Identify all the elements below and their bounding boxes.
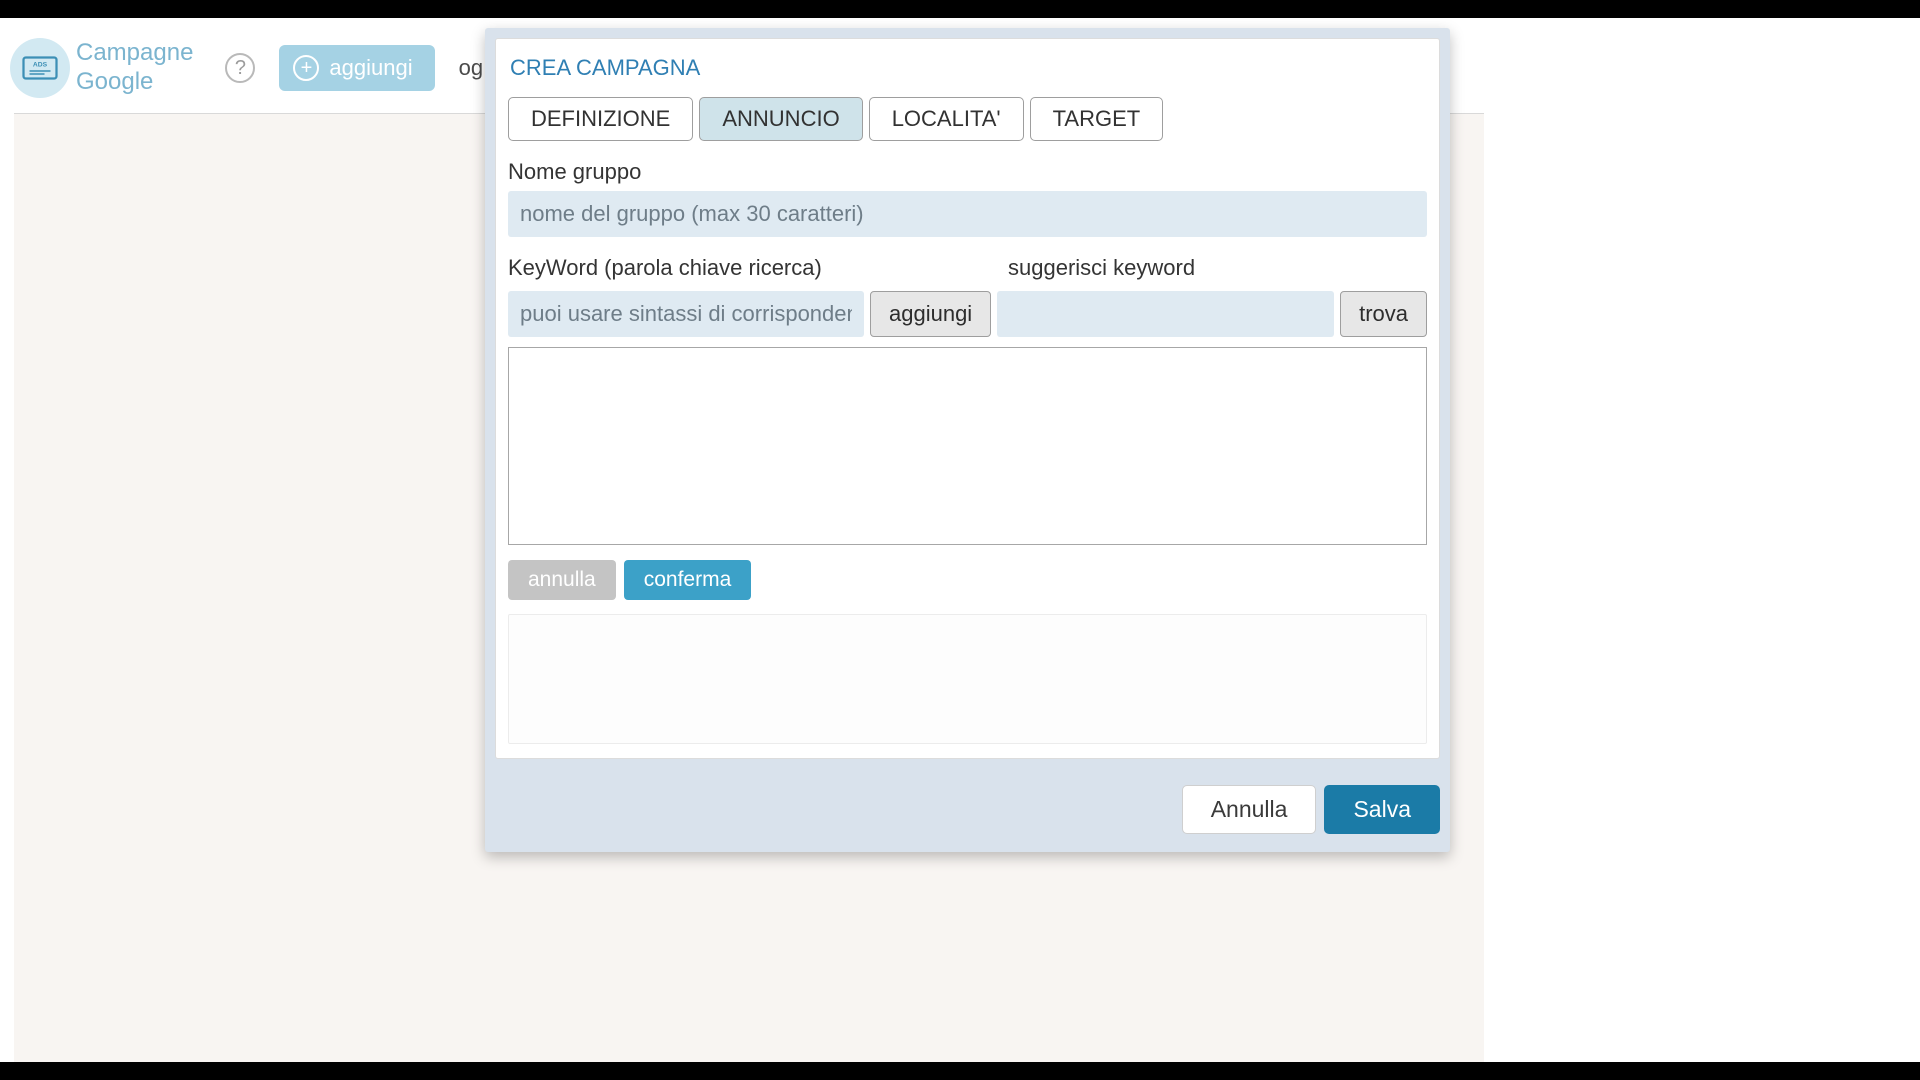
group-name-label: Nome gruppo <box>508 155 1427 191</box>
truncated-text: og <box>459 55 483 81</box>
ads-logo-icon: ADS <box>10 38 70 98</box>
app-title: Campagne Google <box>76 39 193 97</box>
add-campaign-label: aggiungi <box>329 55 412 81</box>
modal-body: CREA CAMPAGNA DEFINIZIONE ANNUNCIO LOCAL… <box>495 38 1440 759</box>
tab-annuncio[interactable]: ANNUNCIO <box>699 97 862 141</box>
modal-title: CREA CAMPAGNA <box>508 49 1427 97</box>
plus-icon: + <box>293 55 319 81</box>
create-campaign-modal: CREA CAMPAGNA DEFINIZIONE ANNUNCIO LOCAL… <box>485 28 1450 852</box>
confirm-keyword-button[interactable]: conferma <box>624 560 752 600</box>
suggest-keyword-label: suggerisci keyword <box>1008 251 1427 287</box>
confirm-row: annulla conferma <box>508 560 1427 600</box>
keyword-row: aggiungi trova <box>508 291 1427 337</box>
cancel-keyword-button[interactable]: annulla <box>508 560 616 600</box>
keyword-input[interactable] <box>508 291 864 337</box>
keyword-list-textarea[interactable] <box>508 347 1427 545</box>
tab-target[interactable]: TARGET <box>1030 97 1164 141</box>
help-icon[interactable]: ? <box>225 53 255 83</box>
page-root: ADS Campagne Google ? + aggiungi og CREA… <box>0 18 1920 1062</box>
modal-footer: Annulla Salva <box>485 769 1450 842</box>
keyword-add-button[interactable]: aggiungi <box>870 291 991 337</box>
blank-panel <box>508 614 1427 744</box>
letterbox-bottom <box>0 1062 1920 1080</box>
keyword-label: KeyWord (parola chiave ricerca) <box>508 251 1008 287</box>
tab-definizione[interactable]: DEFINIZIONE <box>508 97 693 141</box>
add-campaign-button[interactable]: + aggiungi <box>279 45 434 91</box>
modal-tabs: DEFINIZIONE ANNUNCIO LOCALITA' TARGET <box>508 97 1427 141</box>
modal-save-button[interactable]: Salva <box>1324 785 1440 834</box>
suggest-keyword-input[interactable] <box>997 291 1334 337</box>
group-name-input[interactable] <box>508 191 1427 237</box>
topbar: ADS Campagne Google ? + aggiungi og <box>10 38 483 98</box>
app-title-line2: Google <box>76 68 193 97</box>
modal-cancel-button[interactable]: Annulla <box>1182 785 1317 834</box>
letterbox-top <box>0 0 1920 18</box>
svg-text:ADS: ADS <box>33 62 48 69</box>
tab-localita[interactable]: LOCALITA' <box>869 97 1024 141</box>
suggest-find-button[interactable]: trova <box>1340 291 1427 337</box>
app-title-line1: Campagne <box>76 39 193 68</box>
